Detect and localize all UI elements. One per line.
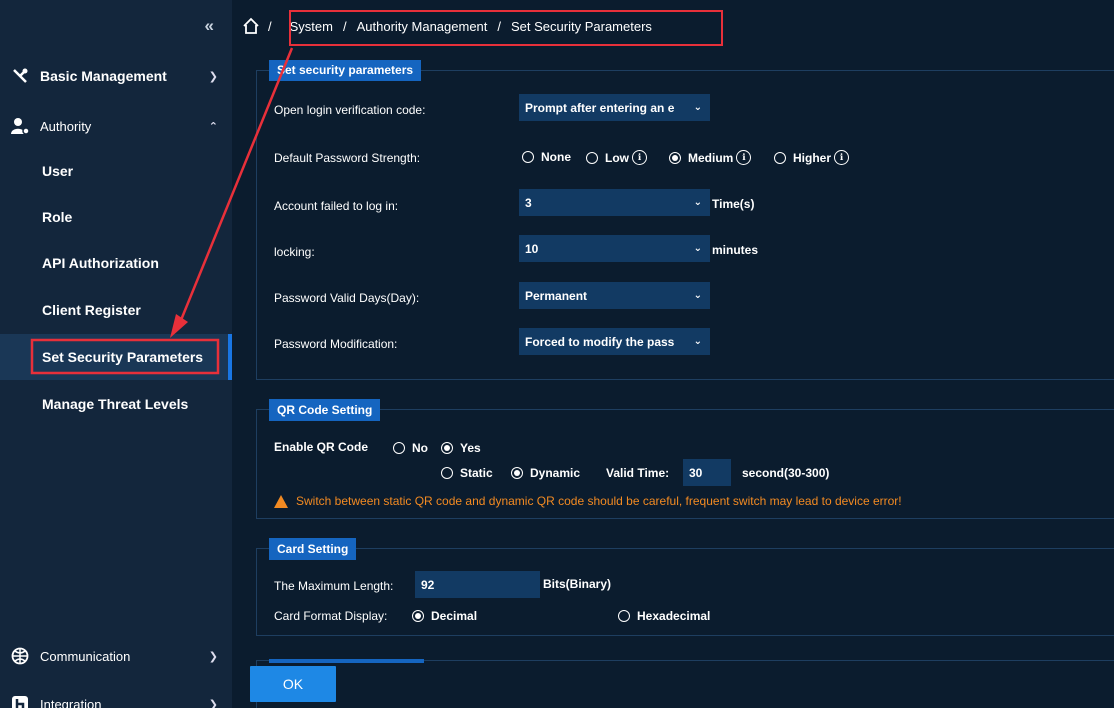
sidebar-item-client-register[interactable]: Client Register xyxy=(0,287,232,333)
double-chevron-left-icon: « xyxy=(204,16,214,35)
sidebar-item-api-authorization[interactable]: API Authorization xyxy=(0,240,232,286)
chevron-down-icon: ⌄ xyxy=(693,102,702,113)
chevron-down-icon: ❯ xyxy=(208,698,218,708)
chevron-down-icon: ⌄ xyxy=(693,197,702,208)
max-length-unit: Bits(Binary) xyxy=(543,577,612,591)
menu-integration[interactable]: Integration ❯ xyxy=(0,680,232,708)
card-legend: Card Setting xyxy=(269,538,357,560)
login-code-select[interactable]: Prompt after entering an e ⌄ xyxy=(519,94,710,121)
card-hexadecimal-radio[interactable]: Hexadecimal xyxy=(618,609,710,623)
valid-days-select[interactable]: Permanent ⌄ xyxy=(519,282,710,309)
security-legend: Set security parameters xyxy=(269,60,422,81)
failed-login-select[interactable]: 3 ⌄ xyxy=(519,189,710,216)
info-icon[interactable]: ℹ xyxy=(632,150,647,165)
sidebar: « Basic Management ❯ Authority ⌃ User Ro… xyxy=(0,0,232,708)
locking-select[interactable]: 10 ⌄ xyxy=(519,235,710,262)
card-format-label: Card Format Display: xyxy=(274,609,388,623)
valid-time-input[interactable]: 30 xyxy=(683,459,731,486)
chevron-down-icon: ⌄ xyxy=(693,336,702,347)
locking-unit: minutes xyxy=(712,243,759,257)
collapse-sidebar-button[interactable]: « xyxy=(0,0,232,52)
qr-no-radio[interactable]: No xyxy=(393,441,428,455)
qr-legend: QR Code Setting xyxy=(269,399,381,421)
sidebar-item-role[interactable]: Role xyxy=(0,194,232,240)
menu-communication[interactable]: Communication ❯ xyxy=(0,632,232,680)
chevron-down-icon: ❯ xyxy=(208,650,218,663)
max-length-label: The Maximum Length: xyxy=(274,579,394,593)
chevron-down-icon: ⌄ xyxy=(693,290,702,301)
chevron-up-icon: ⌃ xyxy=(208,120,218,133)
pwd-strength-label: Default Password Strength: xyxy=(274,151,421,165)
user-gear-icon xyxy=(10,116,30,136)
pwd-low-radio[interactable]: Low ℹ xyxy=(586,150,647,165)
failed-login-label: Account failed to log in: xyxy=(274,199,399,213)
login-code-label: Open login verification code: xyxy=(274,103,426,117)
locking-label: locking: xyxy=(274,245,315,259)
pwd-modification-label: Password Modification: xyxy=(274,337,398,351)
valid-time-label: Valid Time: xyxy=(606,466,670,480)
qr-enable-label: Enable QR Code xyxy=(274,440,369,454)
ok-button[interactable]: OK xyxy=(250,666,336,702)
sidebar-item-manage-threat-levels[interactable]: Manage Threat Levels xyxy=(0,381,232,427)
menu-label: Basic Management xyxy=(40,68,167,84)
menu-basic-management[interactable]: Basic Management ❯ xyxy=(0,52,232,100)
pwd-higher-radio[interactable]: Higher ℹ xyxy=(774,150,850,165)
menu-label: Authority xyxy=(40,118,92,134)
pwd-none-radio[interactable]: None xyxy=(522,150,571,164)
qr-warning: Switch between static QR code and dynami… xyxy=(274,494,902,508)
qr-static-radio[interactable]: Static xyxy=(441,466,493,480)
next-section-legend xyxy=(269,659,424,663)
info-icon[interactable]: ℹ xyxy=(834,150,850,165)
globe-icon xyxy=(10,646,30,666)
integration-icon xyxy=(10,694,30,708)
menu-label: Integration xyxy=(40,696,102,708)
card-decimal-radio[interactable]: Decimal xyxy=(412,609,477,623)
breadcrumb-separator: / xyxy=(268,18,272,34)
warning-icon xyxy=(274,494,288,508)
menu-label: Communication xyxy=(40,648,131,664)
pwd-medium-radio[interactable]: Medium ℹ xyxy=(669,150,752,165)
qr-dynamic-radio[interactable]: Dynamic xyxy=(511,466,580,480)
valid-time-unit: second(30-300) xyxy=(742,466,830,480)
breadcrumb: / System / Authority Management / Set Se… xyxy=(232,0,1114,52)
sidebar-item-set-security-parameters[interactable]: Set Security Parameters xyxy=(0,334,232,380)
next-section xyxy=(256,659,1114,708)
sidebar-item-user[interactable]: User xyxy=(0,148,232,194)
chevron-down-icon: ❯ xyxy=(208,70,218,83)
chevron-down-icon: ⌄ xyxy=(693,243,702,254)
qr-yes-radio[interactable]: Yes xyxy=(441,441,481,455)
menu-authority[interactable]: Authority ⌃ xyxy=(0,102,232,150)
pwd-modification-select[interactable]: Forced to modify the pass ⌄ xyxy=(519,328,710,355)
info-icon[interactable]: ℹ xyxy=(736,150,752,165)
tools-icon xyxy=(10,66,30,86)
max-length-input[interactable]: 92 xyxy=(415,571,540,598)
breadcrumb-highlight-box xyxy=(289,10,723,46)
failed-login-unit: Time(s) xyxy=(712,197,755,211)
home-icon[interactable] xyxy=(242,17,260,35)
valid-days-label: Password Valid Days(Day): xyxy=(274,291,420,305)
